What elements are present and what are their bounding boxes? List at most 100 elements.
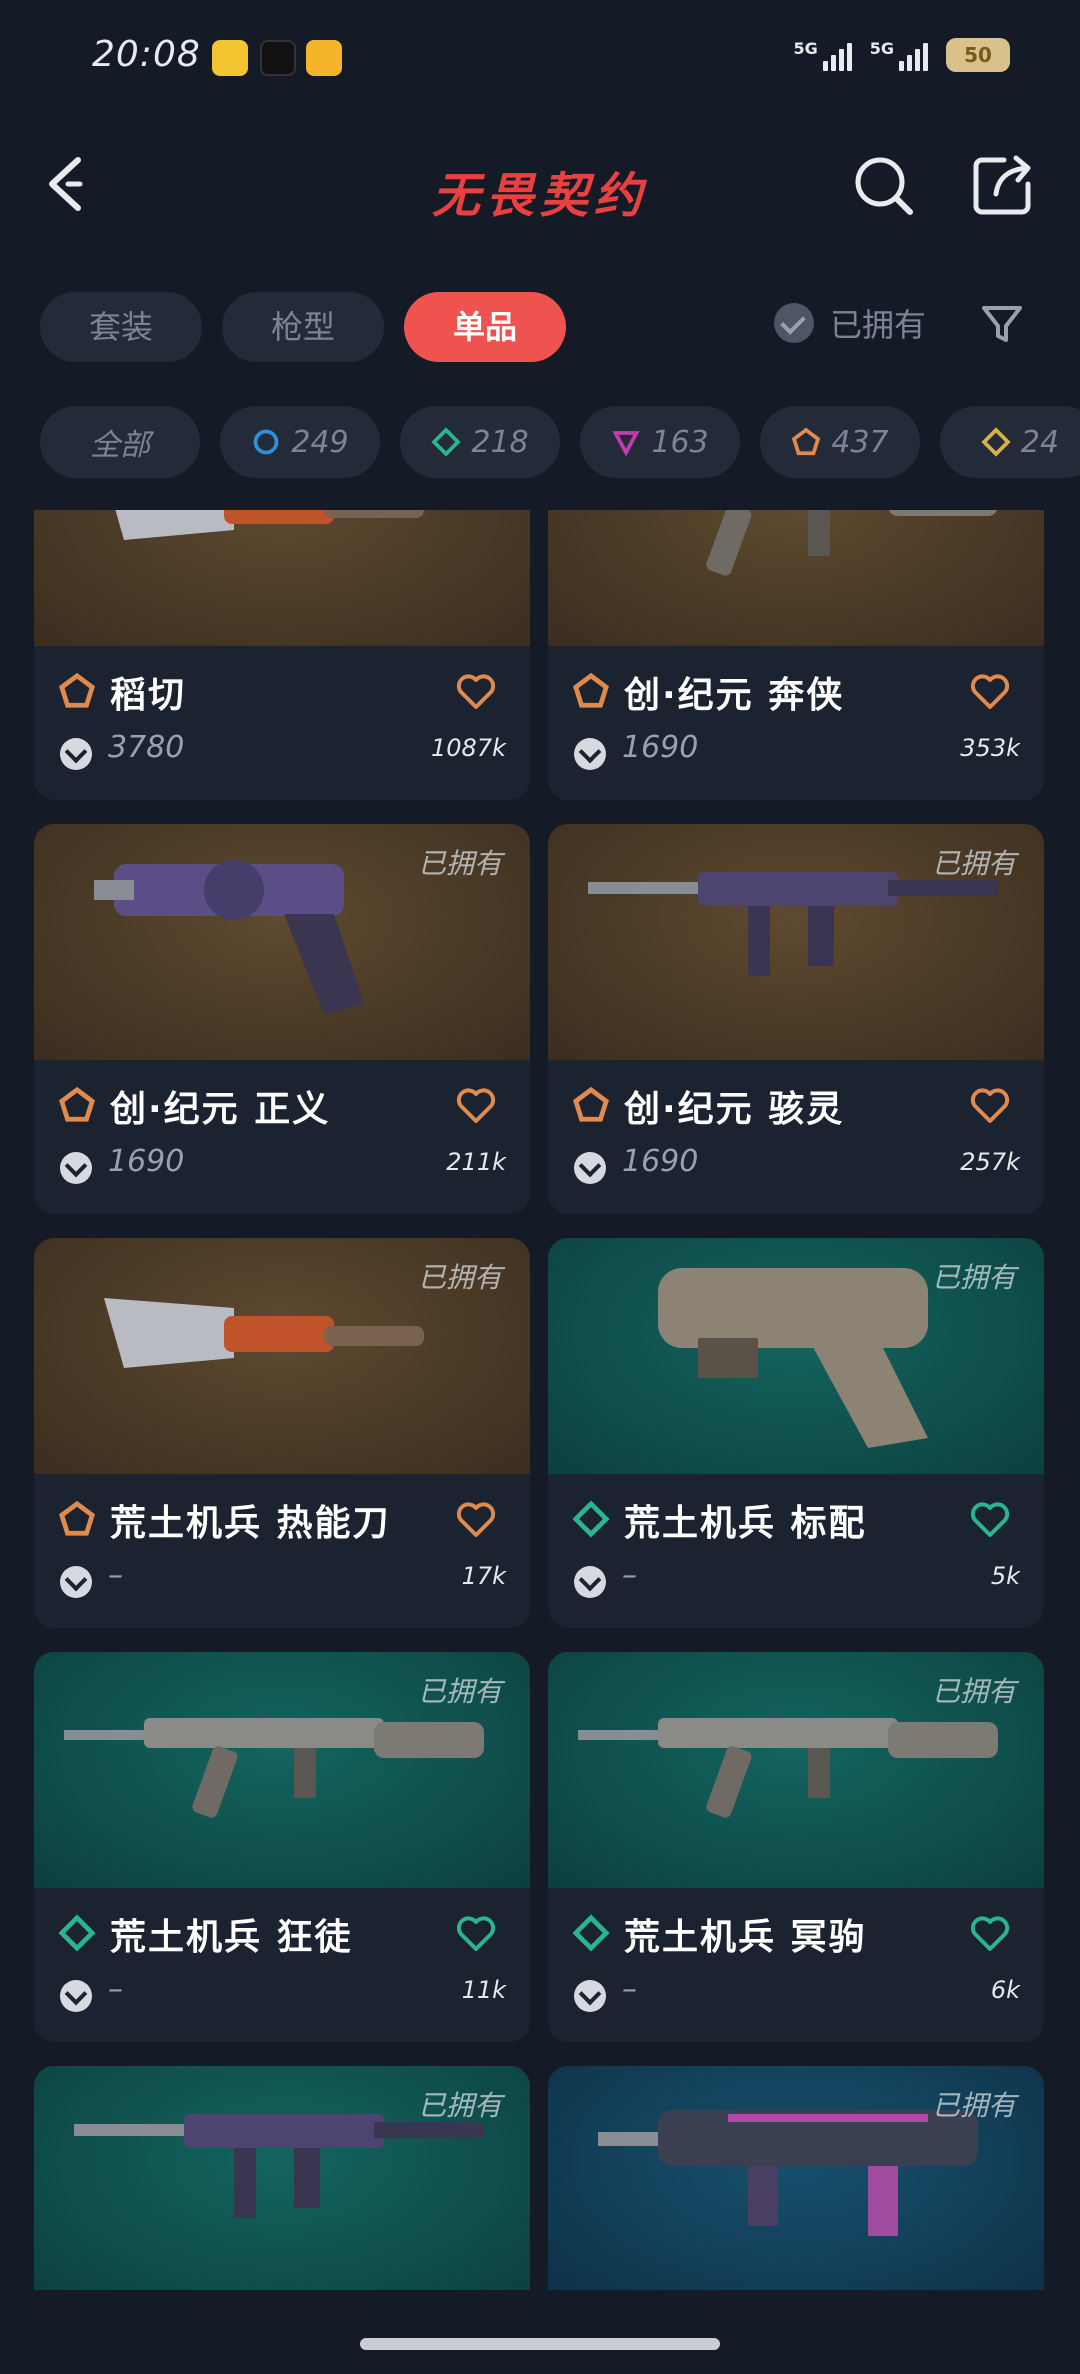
status-indicators: 5G 5G 50 — [793, 38, 1010, 72]
item-card[interactable]: 稻切 3780 1087k — [34, 510, 530, 800]
rarity-pentagon-icon — [572, 672, 610, 710]
owned-badge: 已拥有 — [417, 1675, 502, 1708]
share-icon[interactable] — [968, 150, 1038, 220]
owned-badge: 已拥有 — [417, 1261, 502, 1294]
chip-all[interactable]: 全部 — [40, 406, 200, 478]
item-image: 已拥有 — [548, 1238, 1044, 1474]
page-title: 无畏契约 — [431, 168, 648, 224]
item-price: 1690 — [622, 730, 699, 765]
item-like-count: 6k — [990, 1976, 1020, 2004]
item-price: 1690 — [108, 1144, 185, 1179]
item-card[interactable]: 已拥有 荒土机兵 狂徒 – 11k — [34, 1652, 530, 2042]
favorite-heart-icon[interactable] — [456, 1502, 496, 1538]
item-card[interactable]: 已拥有创·纪元 骇灵 1690 257k — [548, 824, 1044, 1214]
item-image: 已拥有 — [548, 824, 1044, 1060]
rarity-diamond-icon — [572, 1500, 610, 1538]
item-like-count: 257k — [960, 1148, 1020, 1176]
item-card[interactable]: 已拥有荒土机兵 冥驹 – 6k — [548, 1652, 1044, 2042]
item-name: 创·纪元 骇灵 — [624, 1089, 845, 1130]
item-card[interactable]: 已拥有荒土机兵 骇灵–5k — [34, 2066, 530, 2290]
item-card[interactable]: 已拥有逆冲蛮牛 獠犬–4k — [548, 2066, 1044, 2290]
rarity-pentagon-icon — [58, 1086, 96, 1124]
rarity-diamond-icon — [572, 1914, 610, 1952]
vp-currency-icon — [574, 1566, 606, 1598]
item-name: 荒土机兵 狂徒 — [110, 1917, 353, 1958]
battery-icon: 50 — [946, 38, 1010, 72]
chip-label: 163 — [651, 424, 709, 460]
rarity-pentagon-icon — [58, 1500, 96, 1538]
rarity-triangle-icon — [611, 427, 641, 457]
favorite-heart-icon[interactable] — [456, 674, 496, 710]
favorite-heart-icon[interactable] — [970, 674, 1010, 710]
item-like-count: 1087k — [431, 734, 506, 762]
owned-badge: 已拥有 — [931, 1261, 1016, 1294]
rarity-circle-icon — [251, 427, 281, 457]
app-header: 无畏契约 — [0, 120, 1080, 250]
weapon-rifle-image — [548, 510, 1044, 646]
filter-funnel-icon[interactable] — [978, 300, 1026, 348]
rarity-pentagon-icon — [58, 672, 96, 710]
status-bar: 20:08 5G 5G 50 — [0, 0, 1080, 120]
item-card[interactable]: 创·纪元 奔侠 1690 353k — [548, 510, 1044, 800]
item-image: 已拥有 — [548, 2066, 1044, 2290]
item-card[interactable]: 已拥有 荒土机兵 标配 – 5k — [548, 1238, 1044, 1628]
item-image: 已拥有 — [34, 1238, 530, 1474]
owned-filter-label: 已拥有 — [830, 306, 927, 344]
item-price: – — [622, 1558, 637, 1593]
item-image: 已拥有 — [34, 1652, 530, 1888]
item-name: 创·纪元 正义 — [110, 1089, 331, 1130]
category-tabs: 套装 枪型 单品 — [40, 292, 566, 362]
check-circle-icon[interactable] — [774, 303, 814, 343]
rarity-diamond-icon — [58, 1914, 96, 1952]
signal-icon-1: 5G — [793, 39, 852, 71]
vp-currency-icon — [574, 1980, 606, 2012]
chip-label: 249 — [291, 424, 349, 460]
item-like-count: 17k — [461, 1562, 506, 1590]
item-card[interactable]: 已拥有荒土机兵 热能刀 – 17k — [34, 1238, 530, 1628]
vp-currency-icon — [60, 1566, 92, 1598]
item-name: 荒土机兵 冥驹 — [624, 1917, 867, 1958]
favorite-heart-icon[interactable] — [970, 1502, 1010, 1538]
signal-icon-2: 5G — [870, 39, 928, 71]
tab-single-items[interactable]: 单品 — [404, 292, 566, 362]
item-price: 1690 — [622, 1144, 699, 1179]
item-image — [548, 510, 1044, 646]
vp-currency-icon — [60, 1980, 92, 2012]
home-indicator[interactable] — [360, 2338, 720, 2350]
owned-badge: 已拥有 — [931, 847, 1016, 880]
item-card[interactable]: 已拥有 创·纪元 正义 1690 211k — [34, 824, 530, 1214]
chip-label: 全部 — [90, 428, 150, 463]
rarity-pentagon-icon — [572, 1086, 610, 1124]
chip-rarity-diamond-gold[interactable]: 24 — [940, 406, 1080, 478]
item-price: – — [108, 1558, 123, 1593]
vp-currency-icon — [60, 1152, 92, 1184]
owned-filter-toggle[interactable]: 已拥有 — [774, 300, 926, 346]
item-price: 3780 — [108, 730, 185, 765]
chip-rarity-circle[interactable]: 249 — [220, 406, 380, 478]
chip-rarity-pentagon[interactable]: 437 — [760, 406, 920, 478]
chip-rarity-triangle[interactable]: 163 — [580, 406, 740, 478]
item-image: 已拥有 — [548, 1652, 1044, 1888]
search-icon[interactable] — [848, 150, 918, 220]
item-price: – — [108, 1972, 123, 2007]
item-grid: 稻切 3780 1087k 创·纪元 奔侠 1690 353k 已拥有 创·纪元 正义 1690… — [0, 510, 1080, 2290]
item-price: – — [622, 1972, 637, 2007]
item-name: 荒土机兵 热能刀 — [110, 1503, 391, 1544]
item-name: 稻切 — [110, 675, 187, 716]
owned-badge: 已拥有 — [931, 1675, 1016, 1708]
chip-rarity-diamond[interactable]: 218 — [400, 406, 560, 478]
rarity-pentagon-icon — [791, 427, 821, 457]
favorite-heart-icon[interactable] — [970, 1088, 1010, 1124]
owned-badge: 已拥有 — [417, 2089, 502, 2122]
tab-weapon-types[interactable]: 枪型 — [222, 292, 384, 362]
item-name: 荒土机兵 标配 — [624, 1503, 867, 1544]
chip-label: 24 — [1020, 424, 1060, 460]
item-name: 创·纪元 奔侠 — [624, 675, 845, 716]
vp-currency-icon — [574, 738, 606, 770]
favorite-heart-icon[interactable] — [456, 1088, 496, 1124]
tab-sets[interactable]: 套装 — [40, 292, 202, 362]
mail-notification-icon — [306, 40, 342, 76]
favorite-heart-icon[interactable] — [970, 1916, 1010, 1952]
item-image — [34, 510, 530, 646]
favorite-heart-icon[interactable] — [456, 1916, 496, 1952]
